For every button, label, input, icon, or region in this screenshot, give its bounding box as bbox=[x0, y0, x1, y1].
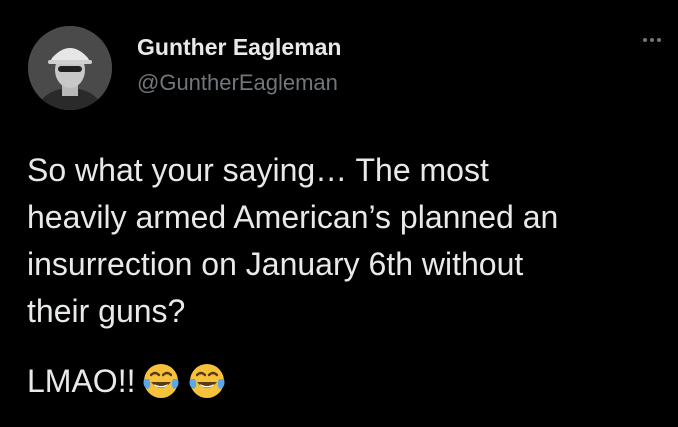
dot bbox=[657, 38, 661, 42]
tweet-text: So what your saying… The most heavily ar… bbox=[27, 147, 667, 335]
tweet-closing-line: LMAO!! bbox=[27, 357, 227, 405]
tweet-text-line: insurrection on January 6th without bbox=[27, 246, 524, 282]
more-options-icon[interactable] bbox=[638, 30, 666, 50]
face-with-tears-of-joy-icon bbox=[141, 361, 181, 401]
closing-text: LMAO!! bbox=[27, 362, 136, 399]
avatar[interactable] bbox=[28, 26, 112, 110]
dot bbox=[643, 38, 647, 42]
tweet-card: Gunther Eagleman @GuntherEagleman So wha… bbox=[0, 0, 678, 427]
author-name[interactable]: Gunther Eagleman bbox=[137, 34, 341, 61]
face-with-tears-of-joy-icon bbox=[187, 361, 227, 401]
author-handle[interactable]: @GuntherEagleman bbox=[137, 70, 338, 96]
tweet-text-line: So what your saying… The most bbox=[27, 152, 489, 188]
tweet-text-line: their guns? bbox=[27, 293, 186, 329]
tweet-text-line: heavily armed American’s planned an bbox=[27, 199, 559, 235]
dot bbox=[650, 38, 654, 42]
